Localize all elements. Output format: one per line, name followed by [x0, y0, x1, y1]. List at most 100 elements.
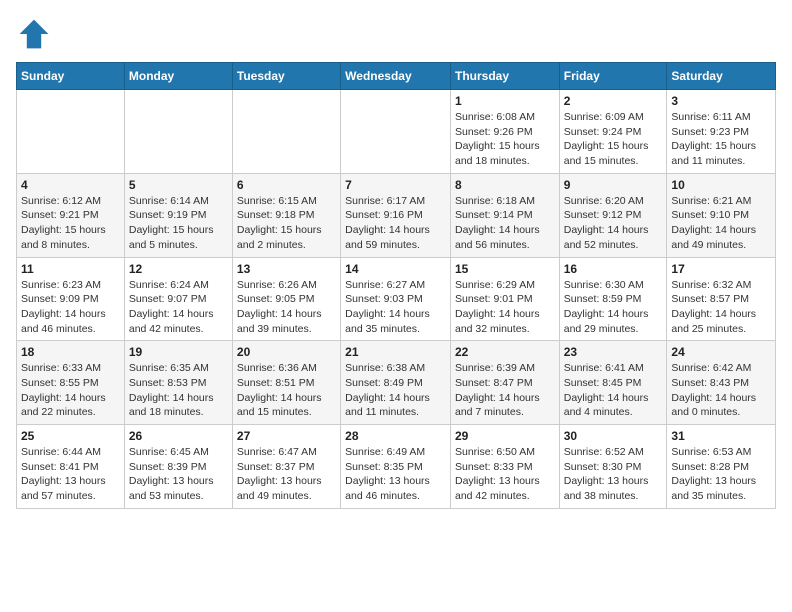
calendar-cell: 1Sunrise: 6:08 AM Sunset: 9:26 PM Daylig… — [450, 90, 559, 174]
day-number: 11 — [21, 262, 120, 276]
calendar-cell — [232, 90, 340, 174]
calendar-cell: 18 Sunrise: 6:33 AM Sunset: 8:55 PM Dayli… — [17, 341, 125, 425]
day-number: 29 — [455, 429, 555, 443]
day-number: 5 — [129, 178, 228, 192]
day-info: Sunrise: 6:35 AM Sunset: 8:53 PM Dayligh… — [129, 361, 228, 420]
day-info: Sunrise: 6:12 AM Sunset: 9:21 PM Dayligh… — [21, 194, 120, 253]
calendar-cell: 29 Sunrise: 6:50 AM Sunset: 8:33 PM Dayli… — [450, 425, 559, 509]
header — [16, 16, 776, 52]
calendar-cell: 14 Sunrise: 6:27 AM Sunset: 9:03 PM Dayli… — [341, 257, 451, 341]
day-info: Sunrise: 6:36 AM Sunset: 8:51 PM Dayligh… — [237, 361, 336, 420]
calendar-cell: 8 Sunrise: 6:18 AM Sunset: 9:14 PM Daylig… — [450, 173, 559, 257]
day-info: Sunrise: 6:30 AM Sunset: 8:59 PM Dayligh… — [564, 278, 663, 337]
calendar-header-row: SundayMondayTuesdayWednesdayThursdayFrid… — [17, 63, 776, 90]
day-info: Sunrise: 6:41 AM Sunset: 8:45 PM Dayligh… — [564, 361, 663, 420]
calendar-cell: 23 Sunrise: 6:41 AM Sunset: 8:45 PM Dayli… — [559, 341, 667, 425]
day-info: Sunrise: 6:44 AM Sunset: 8:41 PM Dayligh… — [21, 445, 120, 504]
day-number: 25 — [21, 429, 120, 443]
day-info: Sunrise: 6:49 AM Sunset: 8:35 PM Dayligh… — [345, 445, 446, 504]
day-info: Sunrise: 6:11 AM Sunset: 9:23 PM Dayligh… — [671, 110, 771, 169]
day-info: Sunrise: 6:53 AM Sunset: 8:28 PM Dayligh… — [671, 445, 771, 504]
calendar-header-sunday: Sunday — [17, 63, 125, 90]
calendar-cell: 9 Sunrise: 6:20 AM Sunset: 9:12 PM Daylig… — [559, 173, 667, 257]
day-info: Sunrise: 6:21 AM Sunset: 9:10 PM Dayligh… — [671, 194, 771, 253]
day-info: Sunrise: 6:39 AM Sunset: 8:47 PM Dayligh… — [455, 361, 555, 420]
day-number: 3 — [671, 94, 771, 108]
day-number: 23 — [564, 345, 663, 359]
day-number: 15 — [455, 262, 555, 276]
calendar-cell: 20 Sunrise: 6:36 AM Sunset: 8:51 PM Dayli… — [232, 341, 340, 425]
day-number: 24 — [671, 345, 771, 359]
day-info: Sunrise: 6:33 AM Sunset: 8:55 PM Dayligh… — [21, 361, 120, 420]
day-number: 10 — [671, 178, 771, 192]
day-number: 12 — [129, 262, 228, 276]
day-number: 14 — [345, 262, 446, 276]
calendar-header-wednesday: Wednesday — [341, 63, 451, 90]
day-number: 17 — [671, 262, 771, 276]
day-number: 2 — [564, 94, 663, 108]
calendar-header-thursday: Thursday — [450, 63, 559, 90]
day-number: 19 — [129, 345, 228, 359]
calendar-cell: 30Sunrise: 6:52 AM Sunset: 8:30 PM Dayli… — [559, 425, 667, 509]
calendar-cell: 22 Sunrise: 6:39 AM Sunset: 8:47 PM Dayli… — [450, 341, 559, 425]
calendar-week-row: 25 Sunrise: 6:44 AM Sunset: 8:41 PM Dayli… — [17, 425, 776, 509]
day-info: Sunrise: 6:42 AM Sunset: 8:43 PM Dayligh… — [671, 361, 771, 420]
day-number: 1 — [455, 94, 555, 108]
calendar-cell: 25 Sunrise: 6:44 AM Sunset: 8:41 PM Dayli… — [17, 425, 125, 509]
logo — [16, 16, 56, 52]
day-number: 4 — [21, 178, 120, 192]
day-number: 18 — [21, 345, 120, 359]
calendar-cell: 12 Sunrise: 6:24 AM Sunset: 9:07 PM Dayli… — [124, 257, 232, 341]
day-number: 8 — [455, 178, 555, 192]
calendar-table: SundayMondayTuesdayWednesdayThursdayFrid… — [16, 62, 776, 509]
calendar-cell: 10 Sunrise: 6:21 AM Sunset: 9:10 PM Dayli… — [667, 173, 776, 257]
day-number: 20 — [237, 345, 336, 359]
calendar-cell: 26Sunrise: 6:45 AM Sunset: 8:39 PM Dayli… — [124, 425, 232, 509]
day-number: 30 — [564, 429, 663, 443]
day-info: Sunrise: 6:17 AM Sunset: 9:16 PM Dayligh… — [345, 194, 446, 253]
calendar-week-row: 11 Sunrise: 6:23 AM Sunset: 9:09 PM Dayli… — [17, 257, 776, 341]
calendar-cell — [17, 90, 125, 174]
day-number: 22 — [455, 345, 555, 359]
day-info: Sunrise: 6:47 AM Sunset: 8:37 PM Dayligh… — [237, 445, 336, 504]
calendar-cell: 31 Sunrise: 6:53 AM Sunset: 8:28 PM Dayli… — [667, 425, 776, 509]
calendar-cell: 17 Sunrise: 6:32 AM Sunset: 8:57 PM Dayli… — [667, 257, 776, 341]
day-number: 31 — [671, 429, 771, 443]
day-number: 9 — [564, 178, 663, 192]
day-number: 21 — [345, 345, 446, 359]
day-number: 27 — [237, 429, 336, 443]
day-info: Sunrise: 6:09 AM Sunset: 9:24 PM Dayligh… — [564, 110, 663, 169]
calendar-cell: 3 Sunrise: 6:11 AM Sunset: 9:23 PM Daylig… — [667, 90, 776, 174]
calendar-cell: 19 Sunrise: 6:35 AM Sunset: 8:53 PM Dayli… — [124, 341, 232, 425]
day-info: Sunrise: 6:27 AM Sunset: 9:03 PM Dayligh… — [345, 278, 446, 337]
calendar-cell: 6 Sunrise: 6:15 AM Sunset: 9:18 PM Daylig… — [232, 173, 340, 257]
calendar-cell: 13Sunrise: 6:26 AM Sunset: 9:05 PM Dayli… — [232, 257, 340, 341]
day-number: 13 — [237, 262, 336, 276]
calendar-week-row: 4 Sunrise: 6:12 AM Sunset: 9:21 PM Daylig… — [17, 173, 776, 257]
calendar-cell: 5Sunrise: 6:14 AM Sunset: 9:19 PM Daylig… — [124, 173, 232, 257]
calendar-cell: 4 Sunrise: 6:12 AM Sunset: 9:21 PM Daylig… — [17, 173, 125, 257]
calendar-week-row: 1Sunrise: 6:08 AM Sunset: 9:26 PM Daylig… — [17, 90, 776, 174]
calendar-header-monday: Monday — [124, 63, 232, 90]
calendar-week-row: 18 Sunrise: 6:33 AM Sunset: 8:55 PM Dayli… — [17, 341, 776, 425]
day-info: Sunrise: 6:32 AM Sunset: 8:57 PM Dayligh… — [671, 278, 771, 337]
day-number: 28 — [345, 429, 446, 443]
calendar-cell: 15 Sunrise: 6:29 AM Sunset: 9:01 PM Dayli… — [450, 257, 559, 341]
day-info: Sunrise: 6:23 AM Sunset: 9:09 PM Dayligh… — [21, 278, 120, 337]
calendar-cell: 21 Sunrise: 6:38 AM Sunset: 8:49 PM Dayli… — [341, 341, 451, 425]
day-number: 6 — [237, 178, 336, 192]
day-info: Sunrise: 6:20 AM Sunset: 9:12 PM Dayligh… — [564, 194, 663, 253]
calendar-header-saturday: Saturday — [667, 63, 776, 90]
calendar-cell: 16Sunrise: 6:30 AM Sunset: 8:59 PM Dayli… — [559, 257, 667, 341]
day-info: Sunrise: 6:50 AM Sunset: 8:33 PM Dayligh… — [455, 445, 555, 504]
calendar-cell: 7Sunrise: 6:17 AM Sunset: 9:16 PM Daylig… — [341, 173, 451, 257]
day-info: Sunrise: 6:29 AM Sunset: 9:01 PM Dayligh… — [455, 278, 555, 337]
day-info: Sunrise: 6:24 AM Sunset: 9:07 PM Dayligh… — [129, 278, 228, 337]
calendar-cell — [124, 90, 232, 174]
day-info: Sunrise: 6:18 AM Sunset: 9:14 PM Dayligh… — [455, 194, 555, 253]
calendar-cell: 24 Sunrise: 6:42 AM Sunset: 8:43 PM Dayli… — [667, 341, 776, 425]
day-info: Sunrise: 6:15 AM Sunset: 9:18 PM Dayligh… — [237, 194, 336, 253]
day-info: Sunrise: 6:38 AM Sunset: 8:49 PM Dayligh… — [345, 361, 446, 420]
calendar-cell: 28 Sunrise: 6:49 AM Sunset: 8:35 PM Dayli… — [341, 425, 451, 509]
calendar-cell — [341, 90, 451, 174]
